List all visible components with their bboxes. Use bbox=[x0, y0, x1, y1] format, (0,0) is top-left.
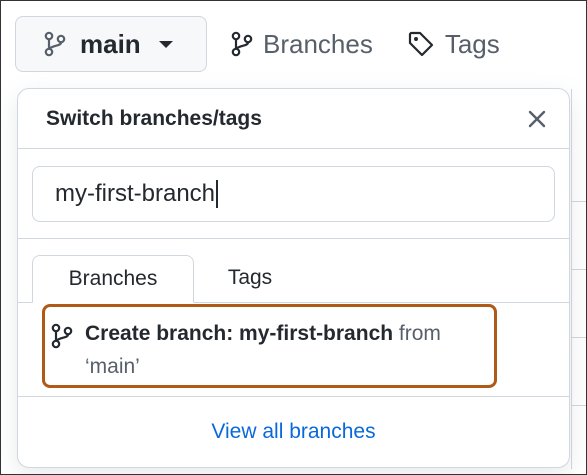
divider bbox=[572, 201, 586, 202]
create-branch-prefix: Create branch: bbox=[85, 322, 240, 345]
tags-link-label: Tags bbox=[444, 28, 500, 59]
create-branch-source: ‘main’ bbox=[85, 355, 140, 378]
create-branch-from: from bbox=[398, 322, 441, 345]
divider bbox=[572, 337, 586, 338]
create-branch-text: Create branch: my-first-branch from ‘mai… bbox=[85, 317, 441, 385]
dropdown-title: Switch branches/tags bbox=[46, 106, 262, 130]
repo-nav-bar: main Branches Tags bbox=[15, 15, 586, 73]
filter-wrapper: my-first-branch bbox=[18, 149, 569, 239]
git-branch-icon bbox=[44, 31, 66, 57]
tag-icon bbox=[407, 30, 435, 58]
branch-selector-button[interactable]: main bbox=[15, 16, 207, 72]
tab-branches-label: Branches bbox=[68, 267, 158, 290]
tab-tags-label: Tags bbox=[227, 266, 273, 289]
window: main Branches Tags Switch branches/tags … bbox=[0, 0, 587, 475]
branch-filter-value: my-first-branch bbox=[55, 179, 216, 207]
divider bbox=[572, 405, 586, 406]
view-all-branches-link[interactable]: View all branches bbox=[211, 420, 375, 444]
branches-link[interactable]: Branches bbox=[221, 16, 383, 72]
dropdown-tabs: Branches Tags bbox=[18, 239, 569, 303]
git-branch-icon bbox=[231, 31, 253, 57]
branches-link-label: Branches bbox=[263, 28, 373, 59]
caret-down-icon bbox=[158, 40, 173, 48]
create-branch-name: my-first-branch bbox=[239, 322, 394, 345]
create-branch-item[interactable]: Create branch: my-first-branch from ‘mai… bbox=[42, 304, 497, 388]
tags-link[interactable]: Tags bbox=[397, 16, 510, 72]
close-icon[interactable] bbox=[523, 105, 551, 133]
tab-branches[interactable]: Branches bbox=[32, 255, 194, 303]
git-branch-icon bbox=[51, 317, 73, 385]
text-cursor bbox=[216, 179, 219, 208]
branch-filter-input[interactable]: my-first-branch bbox=[32, 165, 555, 222]
dropdown-footer: View all branches bbox=[18, 396, 569, 467]
tab-tags[interactable]: Tags bbox=[194, 254, 306, 302]
dropdown-header: Switch branches/tags bbox=[18, 89, 569, 149]
divider bbox=[572, 269, 586, 270]
branch-switcher-dropdown: Switch branches/tags my-first-branch Bra… bbox=[17, 88, 570, 468]
branch-selector-label: main bbox=[80, 28, 141, 59]
background-file-list bbox=[571, 89, 586, 469]
